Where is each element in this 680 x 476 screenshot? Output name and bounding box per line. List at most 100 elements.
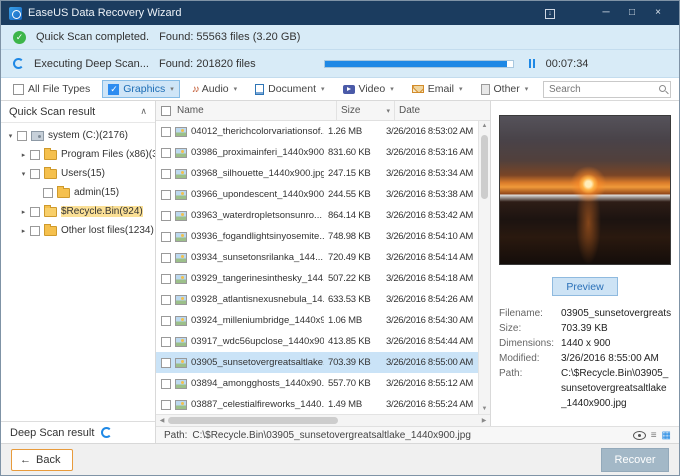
table-row[interactable]: 03917_wdc56upclose_1440x90...413.85 KB3/…	[156, 331, 478, 352]
checkbox-icon[interactable]	[161, 148, 171, 158]
list-view-icon[interactable]: ≡	[651, 428, 657, 443]
app-logo-icon	[9, 7, 22, 20]
table-row[interactable]: 03928_atlantisnexusnebula_14...633.53 KB…	[156, 289, 478, 310]
detail-value: 03905_sunsetovergreatsaltlake...	[561, 306, 671, 321]
scroll-right-arrow-icon[interactable]: ▶	[480, 416, 488, 426]
filter-video[interactable]: Video▾	[337, 80, 400, 98]
filter-other[interactable]: Other▾	[475, 80, 535, 98]
tree-item-users-15[interactable]: ▾Users(15)	[1, 164, 155, 183]
checkbox-icon[interactable]	[161, 253, 171, 263]
checkbox-icon[interactable]	[161, 232, 171, 242]
tree-item-recycle-bin-924[interactable]: ▸$Recycle.Bin(924)	[1, 202, 155, 221]
filter-items: All File Types Graphics▾ Audio▾ Document▾ Vi…	[7, 80, 541, 98]
table-row[interactable]: 04012_therichcolorvariationsof...1.26 MB…	[156, 121, 478, 142]
checkbox-icon[interactable]	[30, 169, 40, 179]
collapse-panel-icon[interactable]: ∧	[140, 106, 147, 117]
pause-button[interactable]	[528, 59, 536, 68]
tray-download-button[interactable]: ↓	[537, 1, 563, 25]
chevron-down-icon[interactable]: ▾	[5, 132, 16, 140]
scroll-up-arrow-icon[interactable]: ▲	[479, 121, 490, 131]
checkbox-icon[interactable]	[43, 188, 53, 198]
filter-all-file-types[interactable]: All File Types	[7, 80, 96, 98]
folder-tree: ▾system (C:)(2176)▸Program Files (x86)(3…	[1, 123, 155, 421]
checkbox-icon[interactable]	[161, 316, 171, 326]
maximize-button[interactable]: □	[619, 1, 645, 25]
search-input[interactable]	[543, 81, 671, 98]
recover-button[interactable]: Recover	[601, 448, 669, 472]
chevron-right-icon[interactable]: ▸	[18, 208, 29, 216]
preview-button[interactable]: Preview	[552, 277, 618, 296]
filter-email[interactable]: Email▾	[406, 80, 469, 98]
file-size: 703.39 KB	[324, 357, 382, 368]
checkbox-icon[interactable]	[161, 295, 171, 305]
checkbox-icon[interactable]	[161, 169, 171, 179]
table-row[interactable]: 03986_proximainferi_1440x900...831.60 KB…	[156, 142, 478, 163]
table-row[interactable]: 03929_tangerinesinthesky_144...507.22 KB…	[156, 268, 478, 289]
table-row[interactable]: 03963_waterdropletsonsunro...864.14 KB3/…	[156, 205, 478, 226]
detail-value: 1440 x 900	[561, 336, 671, 351]
horizontal-scrollbar[interactable]: ◀ ▶	[156, 414, 490, 426]
horizontal-scrollbar-thumb[interactable]	[168, 417, 338, 424]
checkbox-icon[interactable]	[161, 358, 171, 368]
checkbox-icon[interactable]	[161, 337, 171, 347]
tree-item-admin-15[interactable]: admin(15)	[1, 183, 155, 202]
checkbox-icon[interactable]	[30, 226, 40, 236]
deep-scan-progress-bar	[324, 60, 514, 68]
table-row[interactable]: 03924_milleniumbridge_1440x9...1.06 MB3/…	[156, 310, 478, 331]
tree-item-system-c-2176[interactable]: ▾system (C:)(2176)	[1, 126, 155, 145]
file-size: 864.14 KB	[324, 210, 382, 221]
deep-scan-banner: Executing Deep Scan... Found: 201820 fil…	[1, 50, 679, 78]
chevron-right-icon[interactable]: ▸	[18, 151, 29, 159]
checkbox-icon[interactable]	[108, 84, 119, 95]
preview-eye-icon[interactable]	[633, 431, 646, 440]
image-file-icon	[175, 337, 187, 347]
tree-item-other-lost-files-1234[interactable]: ▸Other lost files(1234)	[1, 221, 155, 240]
file-name: 03968_silhouette_1440x900.jpg	[191, 168, 324, 179]
filter-bar: All File Types Graphics▾ Audio▾ Document▾ Vi…	[1, 78, 679, 101]
checkbox-icon[interactable]	[161, 274, 171, 284]
tree-item-program-files-x86-3[interactable]: ▸Program Files (x86)(3)	[1, 145, 155, 164]
checkbox-icon[interactable]	[161, 127, 171, 137]
column-header-date[interactable]: Date	[394, 101, 490, 120]
file-name: 03986_proximainferi_1440x900...	[191, 147, 324, 158]
column-header-size[interactable]: Size ▾	[336, 101, 394, 120]
scroll-left-arrow-icon[interactable]: ◀	[158, 416, 166, 426]
filter-label: Video	[359, 83, 386, 95]
checkbox-icon[interactable]	[161, 400, 171, 410]
vertical-scrollbar[interactable]: ▲ ▼	[478, 121, 490, 414]
file-name: 03887_celestialfireworks_1440...	[191, 399, 324, 410]
select-all-checkbox[interactable]	[161, 106, 171, 116]
checkbox-icon[interactable]	[13, 84, 24, 95]
checkbox-icon[interactable]	[17, 131, 27, 141]
close-button[interactable]: ×	[645, 1, 671, 25]
checkbox-icon[interactable]	[161, 211, 171, 221]
success-check-icon: ✓	[13, 31, 26, 44]
minimize-button[interactable]: ─	[593, 1, 619, 25]
table-row[interactable]: 03966_upondescent_1440x900...244.55 KB3/…	[156, 184, 478, 205]
sort-arrow-icon[interactable]: ▾	[386, 107, 390, 115]
thumbnail-view-icon[interactable]: ▦	[662, 428, 671, 443]
deep-scan-result-bar[interactable]: Deep Scan result	[1, 421, 155, 443]
table-row[interactable]: 03968_silhouette_1440x900.jpg247.15 KB3/…	[156, 163, 478, 184]
scroll-down-arrow-icon[interactable]: ▼	[479, 404, 490, 414]
checkbox-icon[interactable]	[30, 150, 40, 160]
chevron-right-icon[interactable]: ▸	[18, 227, 29, 235]
image-file-icon	[175, 148, 187, 158]
vertical-scrollbar-thumb[interactable]	[481, 135, 488, 199]
checkbox-icon[interactable]	[161, 379, 171, 389]
filter-graphics[interactable]: Graphics▾	[102, 80, 180, 98]
table-row[interactable]: 03894_amongghosts_1440x90...557.70 KB3/2…	[156, 373, 478, 394]
filter-document[interactable]: Document▾	[249, 80, 330, 98]
table-row[interactable]: 03905_sunsetovergreatsaltlake...703.39 K…	[156, 352, 478, 373]
filter-audio[interactable]: Audio▾	[186, 80, 243, 98]
search-icon[interactable]	[659, 85, 666, 92]
checkbox-icon[interactable]	[30, 207, 40, 217]
table-row[interactable]: 03936_fogandlightsinyosemite...748.98 KB…	[156, 226, 478, 247]
back-button[interactable]: ← Back	[11, 449, 73, 471]
table-row[interactable]: 03934_sunsetonsrilanka_144...720.49 KB3/…	[156, 247, 478, 268]
file-size: 720.49 KB	[324, 252, 382, 263]
checkbox-icon[interactable]	[161, 190, 171, 200]
chevron-down-icon[interactable]: ▾	[18, 170, 29, 178]
table-row[interactable]: 03887_celestialfireworks_1440...1.49 MB3…	[156, 394, 478, 414]
column-header-name[interactable]: Name	[175, 105, 336, 116]
